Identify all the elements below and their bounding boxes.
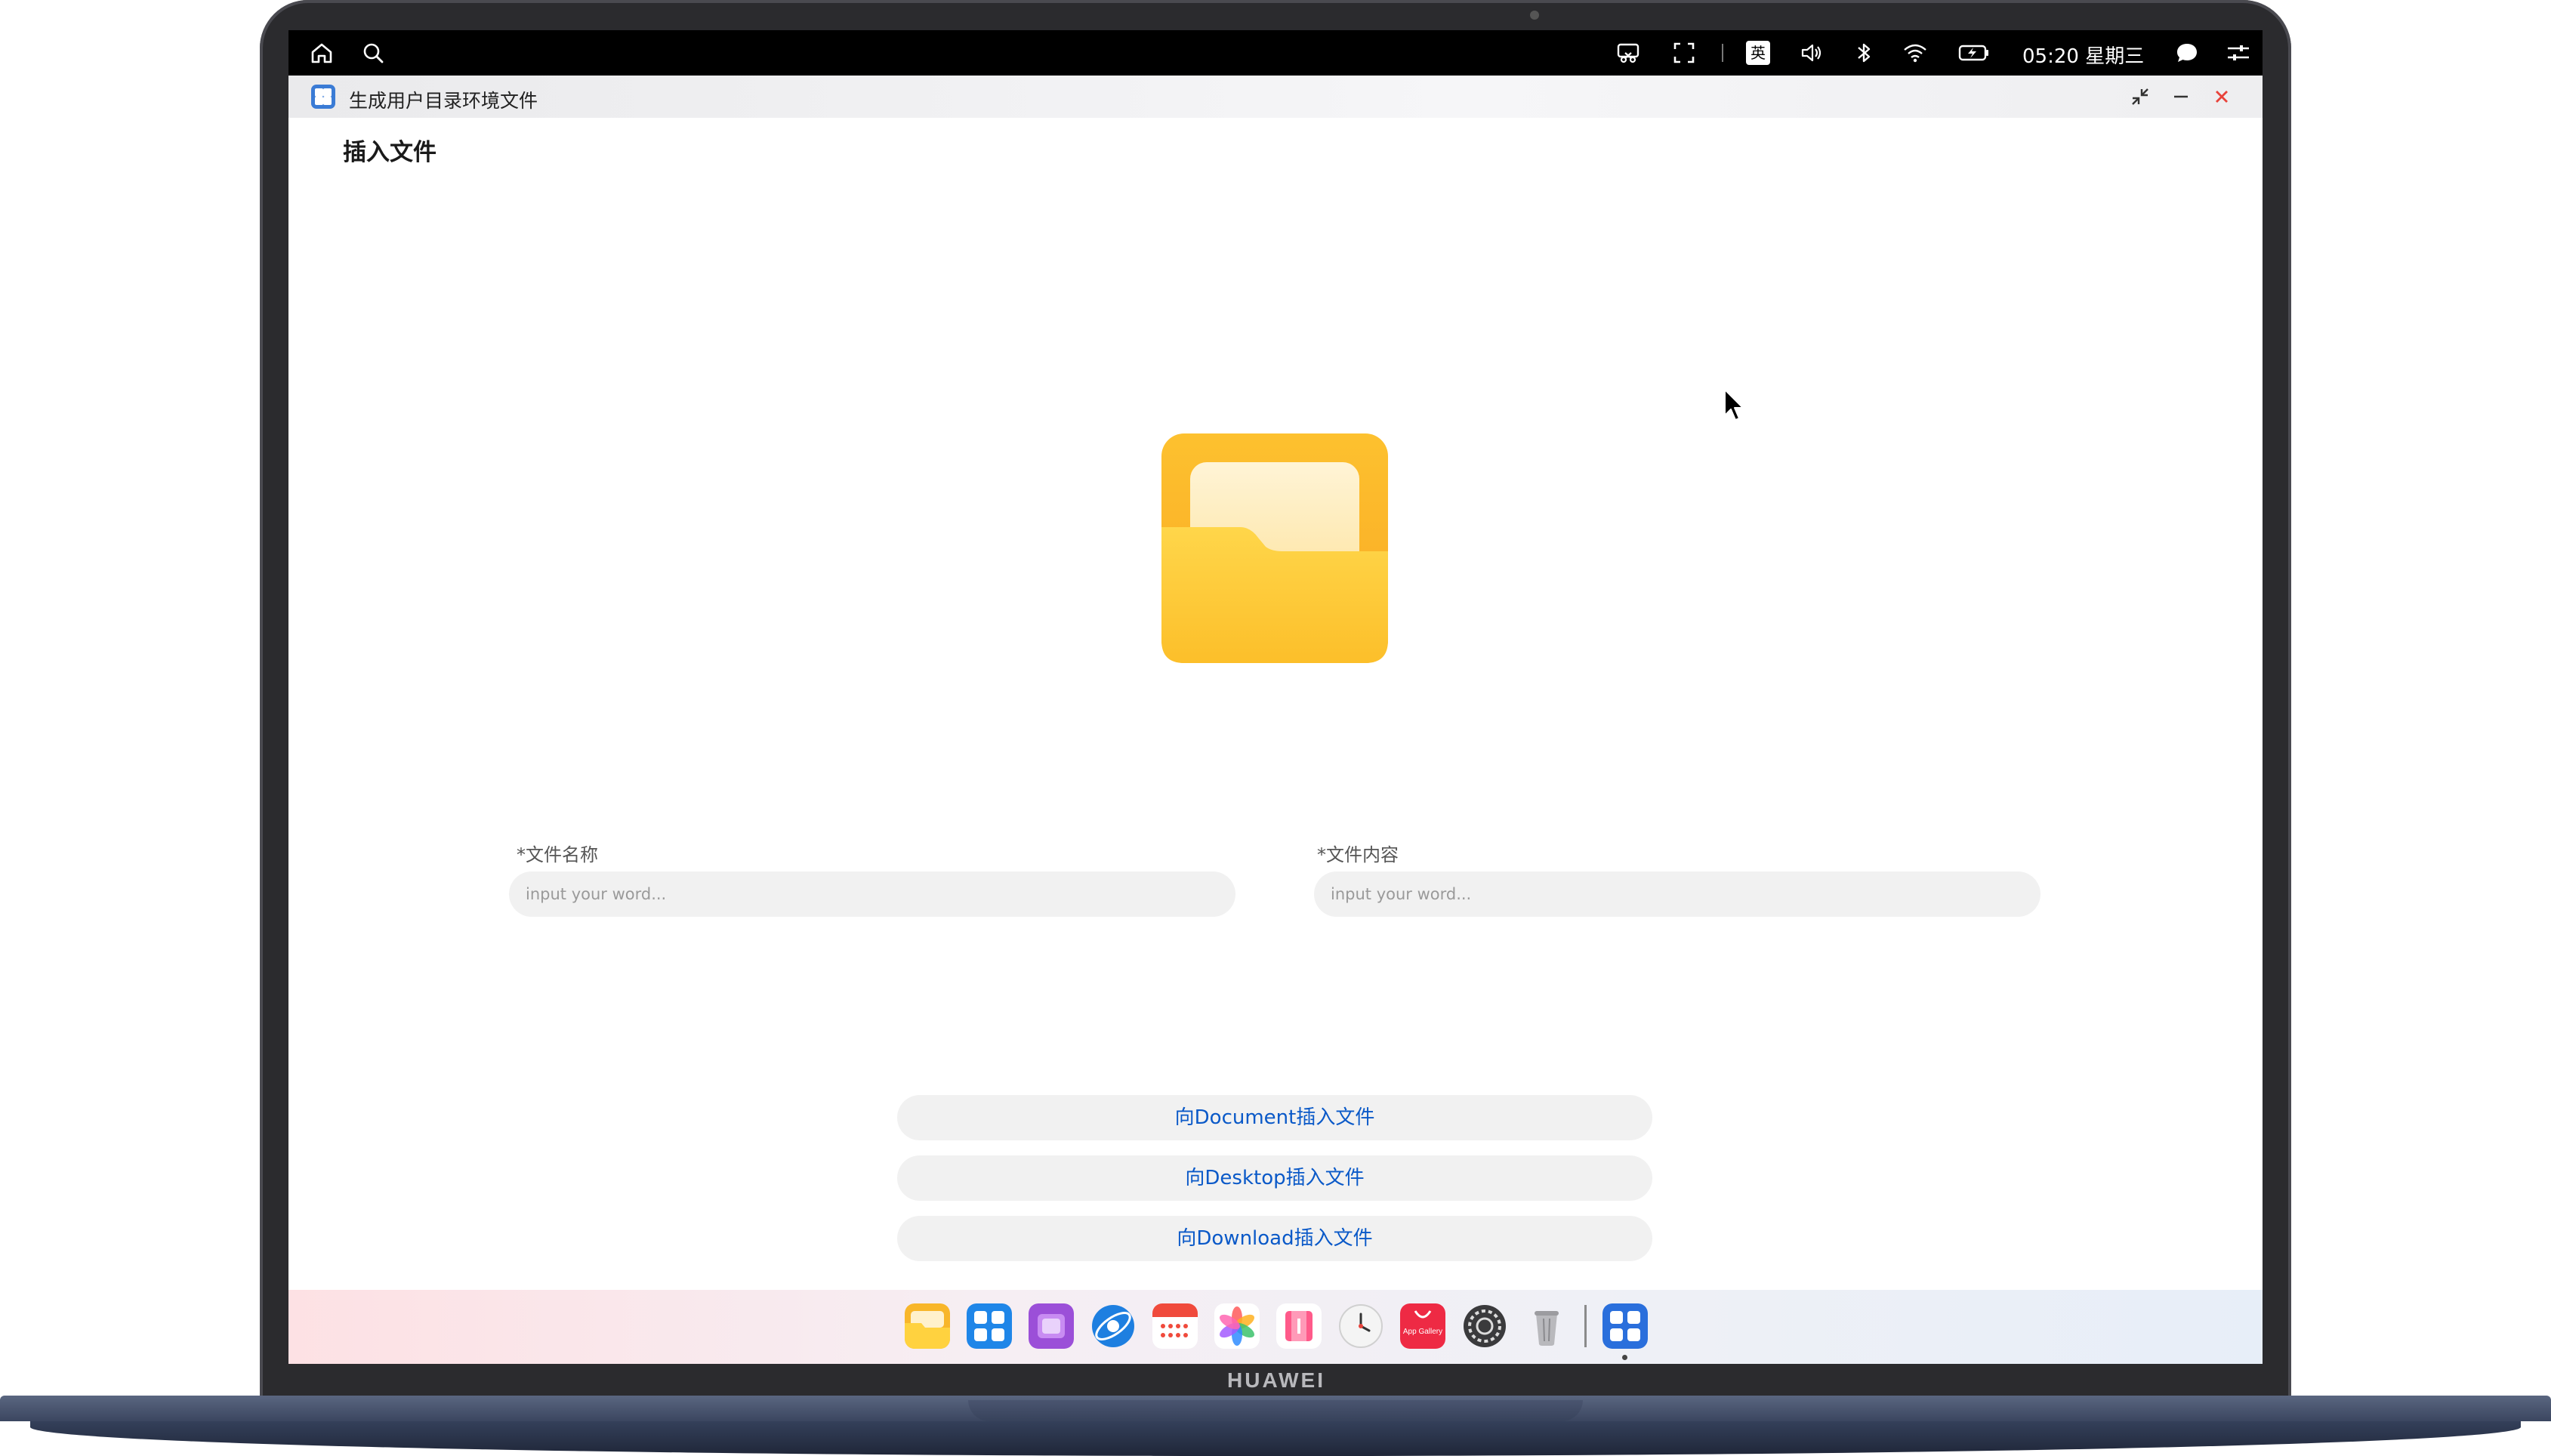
home-icon[interactable] (308, 39, 335, 66)
photos-icon[interactable] (1214, 1303, 1260, 1349)
dock: App Gallery (288, 1290, 2263, 1364)
hinge (968, 1400, 1583, 1421)
search-icon[interactable] (359, 39, 387, 66)
clock-time[interactable]: 05:20 星期三 (2022, 41, 2144, 69)
file-name-input[interactable] (509, 871, 1235, 917)
files-app-icon[interactable] (905, 1303, 950, 1349)
app-icon (311, 85, 335, 109)
window-title-bar[interactable]: 生成用户目录环境文件 (288, 76, 2263, 118)
app-gallery-icon[interactable]: App Gallery (1400, 1303, 1445, 1349)
notification-icon[interactable] (2173, 39, 2201, 66)
trash-icon[interactable] (1524, 1303, 1569, 1349)
browser-icon[interactable] (1090, 1303, 1136, 1349)
bluetooth-icon[interactable] (1850, 39, 1877, 66)
brand-logo: HUAWEI (1227, 1368, 1325, 1392)
notes-icon[interactable] (1276, 1303, 1322, 1349)
dock-separator (1584, 1305, 1587, 1347)
file-name-label: *文件名称 (517, 844, 598, 865)
running-indicator (1622, 1355, 1627, 1360)
input-language-indicator[interactable]: 英 (1746, 41, 1770, 65)
insert-to-document-button[interactable]: 向Document插入文件 (897, 1095, 1652, 1140)
file-content-input[interactable] (1314, 871, 2040, 917)
wifi-icon[interactable] (1902, 39, 1929, 66)
screen-fullscreen-icon[interactable] (1670, 39, 1698, 66)
window-title: 生成用户目录环境文件 (349, 90, 538, 112)
laptop-base (0, 1396, 2551, 1456)
camera (1530, 11, 1539, 20)
window-minimize-button[interactable] (2167, 83, 2195, 110)
insert-to-desktop-button[interactable]: 向Desktop插入文件 (897, 1155, 1652, 1201)
clock-icon[interactable] (1338, 1303, 1383, 1349)
app-gallery-label: App Gallery (1403, 1328, 1442, 1336)
insert-to-download-button[interactable]: 向Download插入文件 (897, 1216, 1652, 1261)
running-app-icon[interactable] (1602, 1303, 1648, 1349)
page-title: 插入文件 (343, 139, 436, 166)
status-divider (1722, 44, 1723, 62)
volume-icon[interactable] (1799, 39, 1826, 66)
folder-icon (1161, 433, 1388, 663)
battery-charging-icon[interactable] (1957, 39, 1991, 66)
settings-icon[interactable] (1462, 1303, 1507, 1349)
window-restore-button[interactable] (2127, 83, 2154, 110)
file-content-label: *文件内容 (1317, 844, 1399, 865)
window-close-button[interactable] (2208, 83, 2235, 110)
app-center-icon[interactable] (967, 1303, 1012, 1349)
calendar-icon[interactable] (1152, 1303, 1198, 1349)
screenshot-icon[interactable] (1615, 39, 1642, 66)
screen: 英 05:20 星期三 生成用户目录环境文件 插入文件 *文件名称 input … (288, 30, 2263, 1364)
mouse-cursor-icon (1723, 388, 1746, 423)
control-center-icon[interactable] (2225, 39, 2252, 66)
multi-window-icon[interactable] (1029, 1303, 1074, 1349)
status-bar: 英 05:20 星期三 (288, 30, 2263, 76)
